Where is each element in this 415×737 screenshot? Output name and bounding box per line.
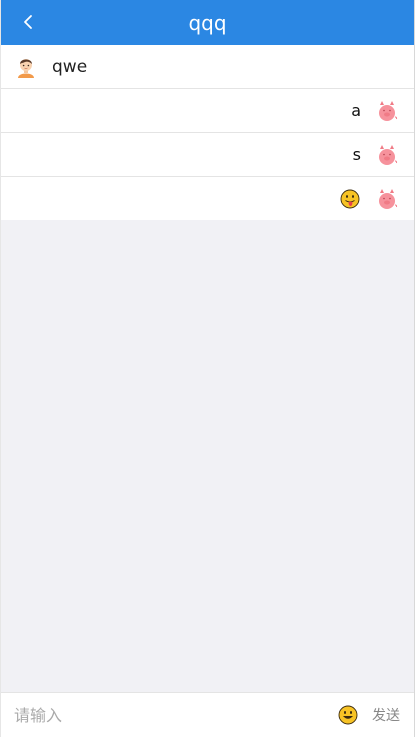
message-item-received: qwe — [1, 45, 414, 89]
message-item-sent: a — [1, 89, 414, 133]
message-text: a — [351, 101, 361, 120]
message-text: s — [352, 145, 361, 164]
chat-app: qqq qwe a s 请输入 发送 — [0, 0, 415, 737]
tongue-out-emoji-icon — [340, 189, 360, 208]
page-title: qqq — [188, 11, 227, 35]
pig-avatar-icon[interactable] — [376, 188, 398, 210]
boy-avatar-icon[interactable] — [15, 56, 37, 78]
message-item-sent — [1, 177, 414, 220]
send-button[interactable]: 发送 — [372, 705, 400, 725]
smiley-icon[interactable] — [338, 705, 358, 725]
message-text: qwe — [52, 56, 88, 77]
message-input[interactable] — [1, 695, 338, 735]
message-input-bar: 发送 — [1, 692, 414, 737]
pig-avatar-icon[interactable] — [376, 144, 398, 166]
message-item-sent: s — [1, 133, 414, 177]
pig-avatar-icon[interactable] — [376, 100, 398, 122]
message-list: qwe a s — [1, 45, 414, 220]
top-bar: qqq — [1, 0, 414, 45]
